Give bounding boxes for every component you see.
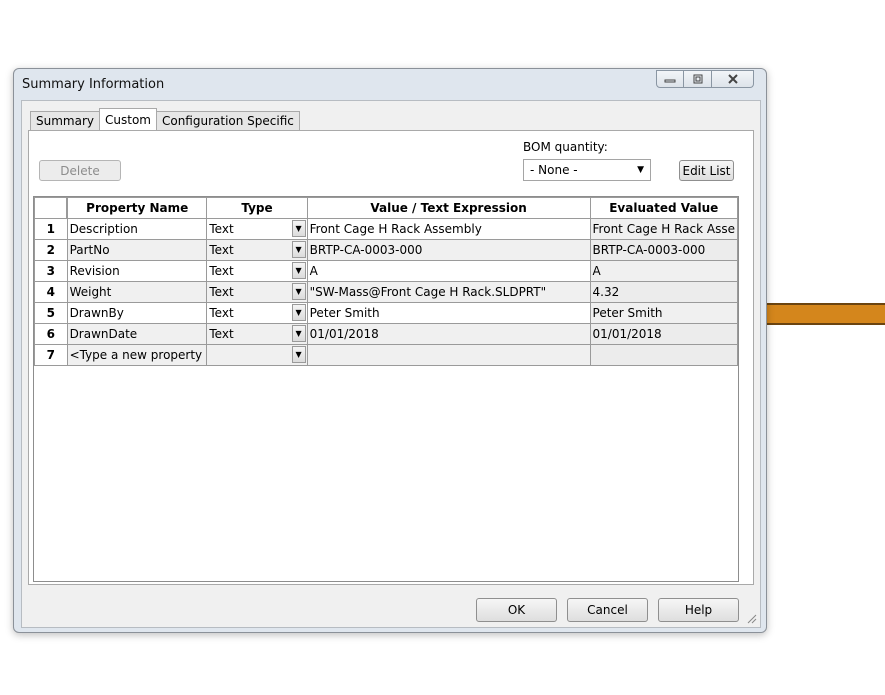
custom-properties-panel: Delete BOM quantity: - None - ▼ Edit Lis… [28,130,754,585]
type-value: Text [209,306,234,320]
property-name-cell[interactable]: Weight [66,281,208,303]
background-window-bar [762,303,885,325]
value-cell[interactable]: Front Cage H Rack Assembly [306,218,591,240]
value-cell[interactable]: A [306,260,591,282]
row-number[interactable]: 2 [34,239,68,261]
row-number[interactable]: 4 [34,281,68,303]
dropdown-arrow-icon[interactable]: ▼ [291,325,306,342]
value-cell[interactable]: "SW-Mass@Front Cage H Rack.SLDPRT" [306,281,591,303]
type-value: Text [209,327,234,341]
column-header-type[interactable]: Type [206,197,308,219]
evaluated-value-cell [589,344,739,366]
grid-corner-cell[interactable] [34,197,69,219]
title-bar[interactable]: Summary Information [14,69,766,99]
type-cell[interactable]: ▼ [206,344,308,366]
edit-list-button[interactable]: Edit List [679,160,734,181]
table-row: 4 Weight Text ▼ "SW-Mass@Front Cage H Rac… [34,281,739,303]
minimize-button[interactable] [656,70,684,88]
row-number[interactable]: 1 [34,218,68,240]
tab-summary[interactable]: Summary [30,111,100,130]
delete-button[interactable]: Delete [39,160,121,181]
cancel-button[interactable]: Cancel [567,598,648,622]
type-cell[interactable]: Text ▼ [206,239,308,261]
property-name-cell[interactable]: Description [66,218,208,240]
dialog-content: Summary Custom Configuration Specific De… [21,100,761,628]
row-number[interactable]: 6 [34,323,68,345]
row-number[interactable]: 7 [34,344,68,366]
chevron-down-icon: ▼ [637,165,644,175]
value-cell[interactable]: BRTP-CA-0003-000 [306,239,591,261]
dropdown-arrow-icon[interactable]: ▼ [291,220,306,237]
restore-icon [693,74,702,84]
minimize-icon [664,79,676,83]
tab-strip: Summary Custom Configuration Specific [30,108,300,130]
resize-grip-icon[interactable] [745,612,757,624]
type-cell[interactable]: Text ▼ [206,260,308,282]
dropdown-arrow-icon[interactable]: ▼ [291,262,306,279]
evaluated-value-cell: 4.32 [589,281,739,303]
property-name-cell[interactable]: DrawnDate [66,323,208,345]
row-number[interactable]: 3 [34,260,68,282]
close-icon [727,74,738,84]
tab-custom[interactable]: Custom [99,108,157,130]
table-row: 6 DrawnDate Text ▼ 01/01/2018 01/01/2018 [34,323,739,345]
table-row: 3 Revision Text ▼ A A [34,260,739,282]
bom-quantity-label: BOM quantity: [523,140,608,154]
type-cell[interactable]: Text ▼ [206,281,308,303]
evaluated-value-cell: 01/01/2018 [589,323,739,345]
summary-information-dialog: Summary Information Summary Custom Confi… [13,68,767,633]
window-controls [656,70,754,90]
table-header-row: Property Name Type Value / Text Expressi… [34,197,739,219]
dropdown-arrow-icon[interactable]: ▼ [291,283,306,300]
type-cell[interactable]: Text ▼ [206,218,308,240]
restore-button[interactable] [684,70,712,88]
dropdown-arrow-icon[interactable]: ▼ [291,346,306,363]
value-cell[interactable] [306,344,591,366]
evaluated-value-cell: BRTP-CA-0003-000 [589,239,739,261]
table-row: 1 Description Text ▼ Front Cage H Rack As… [34,218,739,240]
table-row: 5 DrawnBy Text ▼ Peter Smith Peter Smith [34,302,739,324]
evaluated-value-cell: A [589,260,739,282]
table-row-new-property: 7 <Type a new property ▼ [34,344,739,366]
bom-quantity-select[interactable]: - None - ▼ [523,159,651,181]
type-value: Text [209,222,234,236]
value-cell[interactable]: Peter Smith [306,302,591,324]
row-number[interactable]: 5 [34,302,68,324]
type-value: Text [209,264,234,278]
column-header-evaluated-value[interactable]: Evaluated Value [589,197,739,219]
tab-configuration-specific[interactable]: Configuration Specific [155,111,300,130]
bom-quantity-value: - None - [530,163,578,177]
column-header-property-name[interactable]: Property Name [66,197,208,219]
properties-grid: Property Name Type Value / Text Expressi… [33,196,739,582]
value-cell[interactable]: 01/01/2018 [306,323,591,345]
dialog-title: Summary Information [22,77,165,92]
new-property-name-cell[interactable]: <Type a new property [66,344,208,366]
property-name-cell[interactable]: DrawnBy [66,302,208,324]
dropdown-arrow-icon[interactable]: ▼ [291,241,306,258]
evaluated-value-cell: Peter Smith [589,302,739,324]
table-row: 2 PartNo Text ▼ BRTP-CA-0003-000 BRTP-CA-… [34,239,739,261]
type-cell[interactable]: Text ▼ [206,323,308,345]
property-name-cell[interactable]: PartNo [66,239,208,261]
evaluated-value-cell: Front Cage H Rack Asse [589,218,739,240]
property-name-cell[interactable]: Revision [66,260,208,282]
dropdown-arrow-icon[interactable]: ▼ [291,304,306,321]
close-button[interactable] [712,70,754,88]
ok-button[interactable]: OK [476,598,557,622]
type-value: Text [209,285,234,299]
type-value: Text [209,243,234,257]
column-header-value[interactable]: Value / Text Expression [306,197,591,219]
properties-table: Property Name Type Value / Text Expressi… [34,197,739,366]
type-cell[interactable]: Text ▼ [206,302,308,324]
help-button[interactable]: Help [658,598,739,622]
